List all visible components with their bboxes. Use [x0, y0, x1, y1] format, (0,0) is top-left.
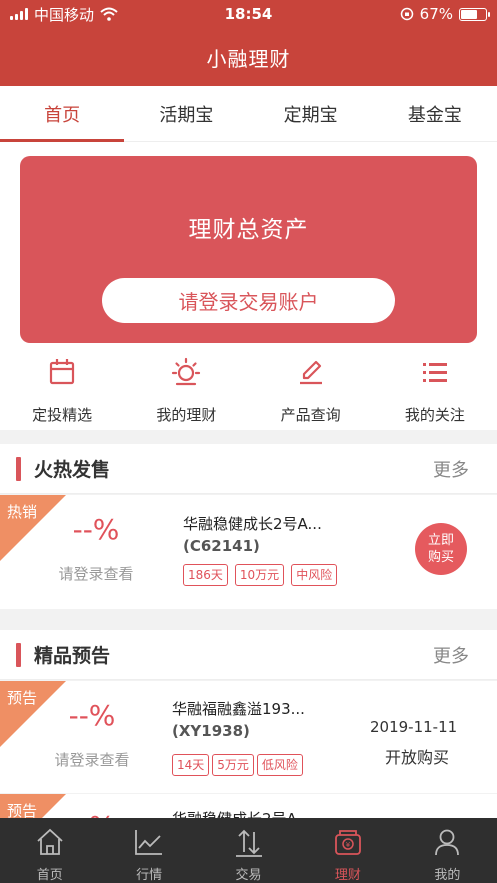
bottom-nav-label: 交易	[235, 868, 262, 883]
product-name: 华融稳健成长2号A...	[183, 515, 322, 533]
carrier-label: 中国移动	[34, 5, 95, 24]
quick-actions: 定投精选 我的理财 产品查询 我的关注	[0, 352, 497, 430]
product-rate: --%	[22, 810, 162, 818]
product-code: (C62141)	[183, 537, 260, 555]
quick-action-fixed-investment[interactable]: 定投精选	[0, 352, 124, 430]
svg-text:¥: ¥	[346, 841, 351, 849]
tab-current-deposit[interactable]: 活期宝	[124, 86, 248, 141]
section-header: 火热发售 更多	[0, 444, 497, 494]
product-tags: 186天 10万元 中风险	[183, 564, 338, 586]
quick-action-label: 定投精选	[32, 406, 93, 424]
section-accent-bar	[16, 642, 21, 667]
open-purchase-label: 开放购买	[385, 748, 450, 767]
tag-term: 14天	[172, 754, 210, 776]
quick-action-product-query[interactable]: 产品查询	[249, 352, 373, 430]
battery-percent: 67%	[419, 5, 453, 23]
bottom-nav-market[interactable]: 行情	[99, 818, 198, 883]
edit-icon	[299, 360, 322, 385]
list-icon	[422, 363, 447, 382]
tag-min-amount: 5万元	[212, 754, 254, 776]
more-link[interactable]: 更多	[433, 456, 469, 482]
transfer-icon	[235, 829, 262, 857]
home-icon	[37, 828, 63, 855]
buy-label-line2: 购买	[427, 550, 454, 565]
bottom-nav-label: 行情	[136, 868, 163, 883]
more-link[interactable]: 更多	[433, 642, 469, 668]
product-code: (XY1938)	[172, 722, 250, 740]
top-area: 理财总资产 请登录交易账户 定投精选 我的理财 产品查询 我的关注	[0, 142, 497, 430]
product-card[interactable]: 预告 --% 请登录查看 华融福融鑫溢193... (XY1938) 14天 5…	[0, 681, 497, 793]
product-card[interactable]: 热销 --% 请登录查看 华融稳健成长2号A... (C62141) 186天 …	[0, 495, 497, 609]
quick-action-my-follow[interactable]: 我的关注	[373, 352, 497, 430]
calendar-icon	[50, 359, 75, 385]
bottom-nav-label: 理财	[334, 868, 361, 883]
total-assets-title: 理财总资产	[188, 217, 309, 243]
app-title: 小融理财	[0, 28, 497, 86]
chart-icon	[135, 830, 163, 855]
quick-action-my-finance[interactable]: 我的理财	[124, 352, 248, 430]
tag-term: 186天	[183, 564, 228, 586]
bottom-nav-label: 首页	[36, 868, 63, 883]
tab-home[interactable]: 首页	[0, 86, 125, 142]
bottom-nav-trade[interactable]: 交易	[199, 818, 298, 883]
battery-icon	[459, 7, 490, 21]
tab-fixed-deposit[interactable]: 定期宝	[249, 86, 373, 141]
preview-section: 精品预告 更多	[0, 630, 497, 680]
hot-sale-section: 火热发售 更多	[0, 444, 497, 494]
wallet-icon: ¥	[335, 830, 361, 855]
tag-risk: 低风险	[256, 754, 303, 776]
product-rate: --%	[68, 699, 116, 732]
bottom-nav-home[interactable]: 首页	[0, 818, 99, 883]
quick-action-label: 产品查询	[280, 406, 341, 424]
wifi-icon	[100, 7, 118, 21]
tab-fund[interactable]: 基金宝	[373, 86, 497, 141]
status-right: 67%	[400, 5, 490, 23]
product-rate: --%	[72, 513, 120, 546]
top-tabs: 首页 活期宝 定期宝 基金宝	[0, 86, 497, 142]
tag-min-amount: 10万元	[234, 564, 285, 586]
section-accent-bar	[16, 456, 21, 481]
quick-action-label: 我的关注	[404, 406, 465, 424]
open-date: 2019-11-11	[370, 718, 458, 736]
tag-risk: 中风险	[291, 564, 338, 586]
signal-icon	[10, 8, 28, 20]
rate-login-hint: 请登录查看	[54, 751, 130, 769]
status-left: 中国移动	[10, 4, 118, 25]
quick-action-label: 我的理财	[156, 406, 217, 424]
product-name: 华融福融鑫溢193...	[172, 700, 305, 718]
section-header: 精品预告 更多	[0, 630, 497, 680]
rate-login-hint: 请登录查看	[58, 565, 134, 583]
product-card[interactable]: 预告 --% 华融稳健成长2号A...	[0, 794, 497, 818]
total-assets-card: 理财总资产 请登录交易账户	[20, 156, 477, 343]
buy-label-line1: 立即	[427, 533, 454, 548]
section-title: 火热发售	[34, 459, 111, 481]
buy-now-button[interactable]: 立即 购买	[415, 523, 467, 575]
bottom-nav-finance[interactable]: ¥ 理财	[298, 818, 397, 883]
product-name: 华融稳健成长2号A...	[172, 808, 311, 818]
section-title: 精品预告	[34, 645, 111, 667]
product-tags: 14天 5万元 低风险	[172, 754, 303, 776]
bottom-nav-label: 我的	[434, 868, 461, 883]
sun-icon	[172, 357, 201, 386]
orientation-lock-icon	[400, 7, 413, 21]
status-bar: 中国移动 18:54 67%	[0, 0, 497, 28]
user-icon	[435, 829, 460, 856]
bottom-nav: 首页 行情 交易 ¥ 理财 我的	[0, 818, 497, 883]
login-trading-account-button[interactable]: 请登录交易账户	[102, 278, 395, 323]
bottom-nav-mine[interactable]: 我的	[398, 818, 497, 883]
